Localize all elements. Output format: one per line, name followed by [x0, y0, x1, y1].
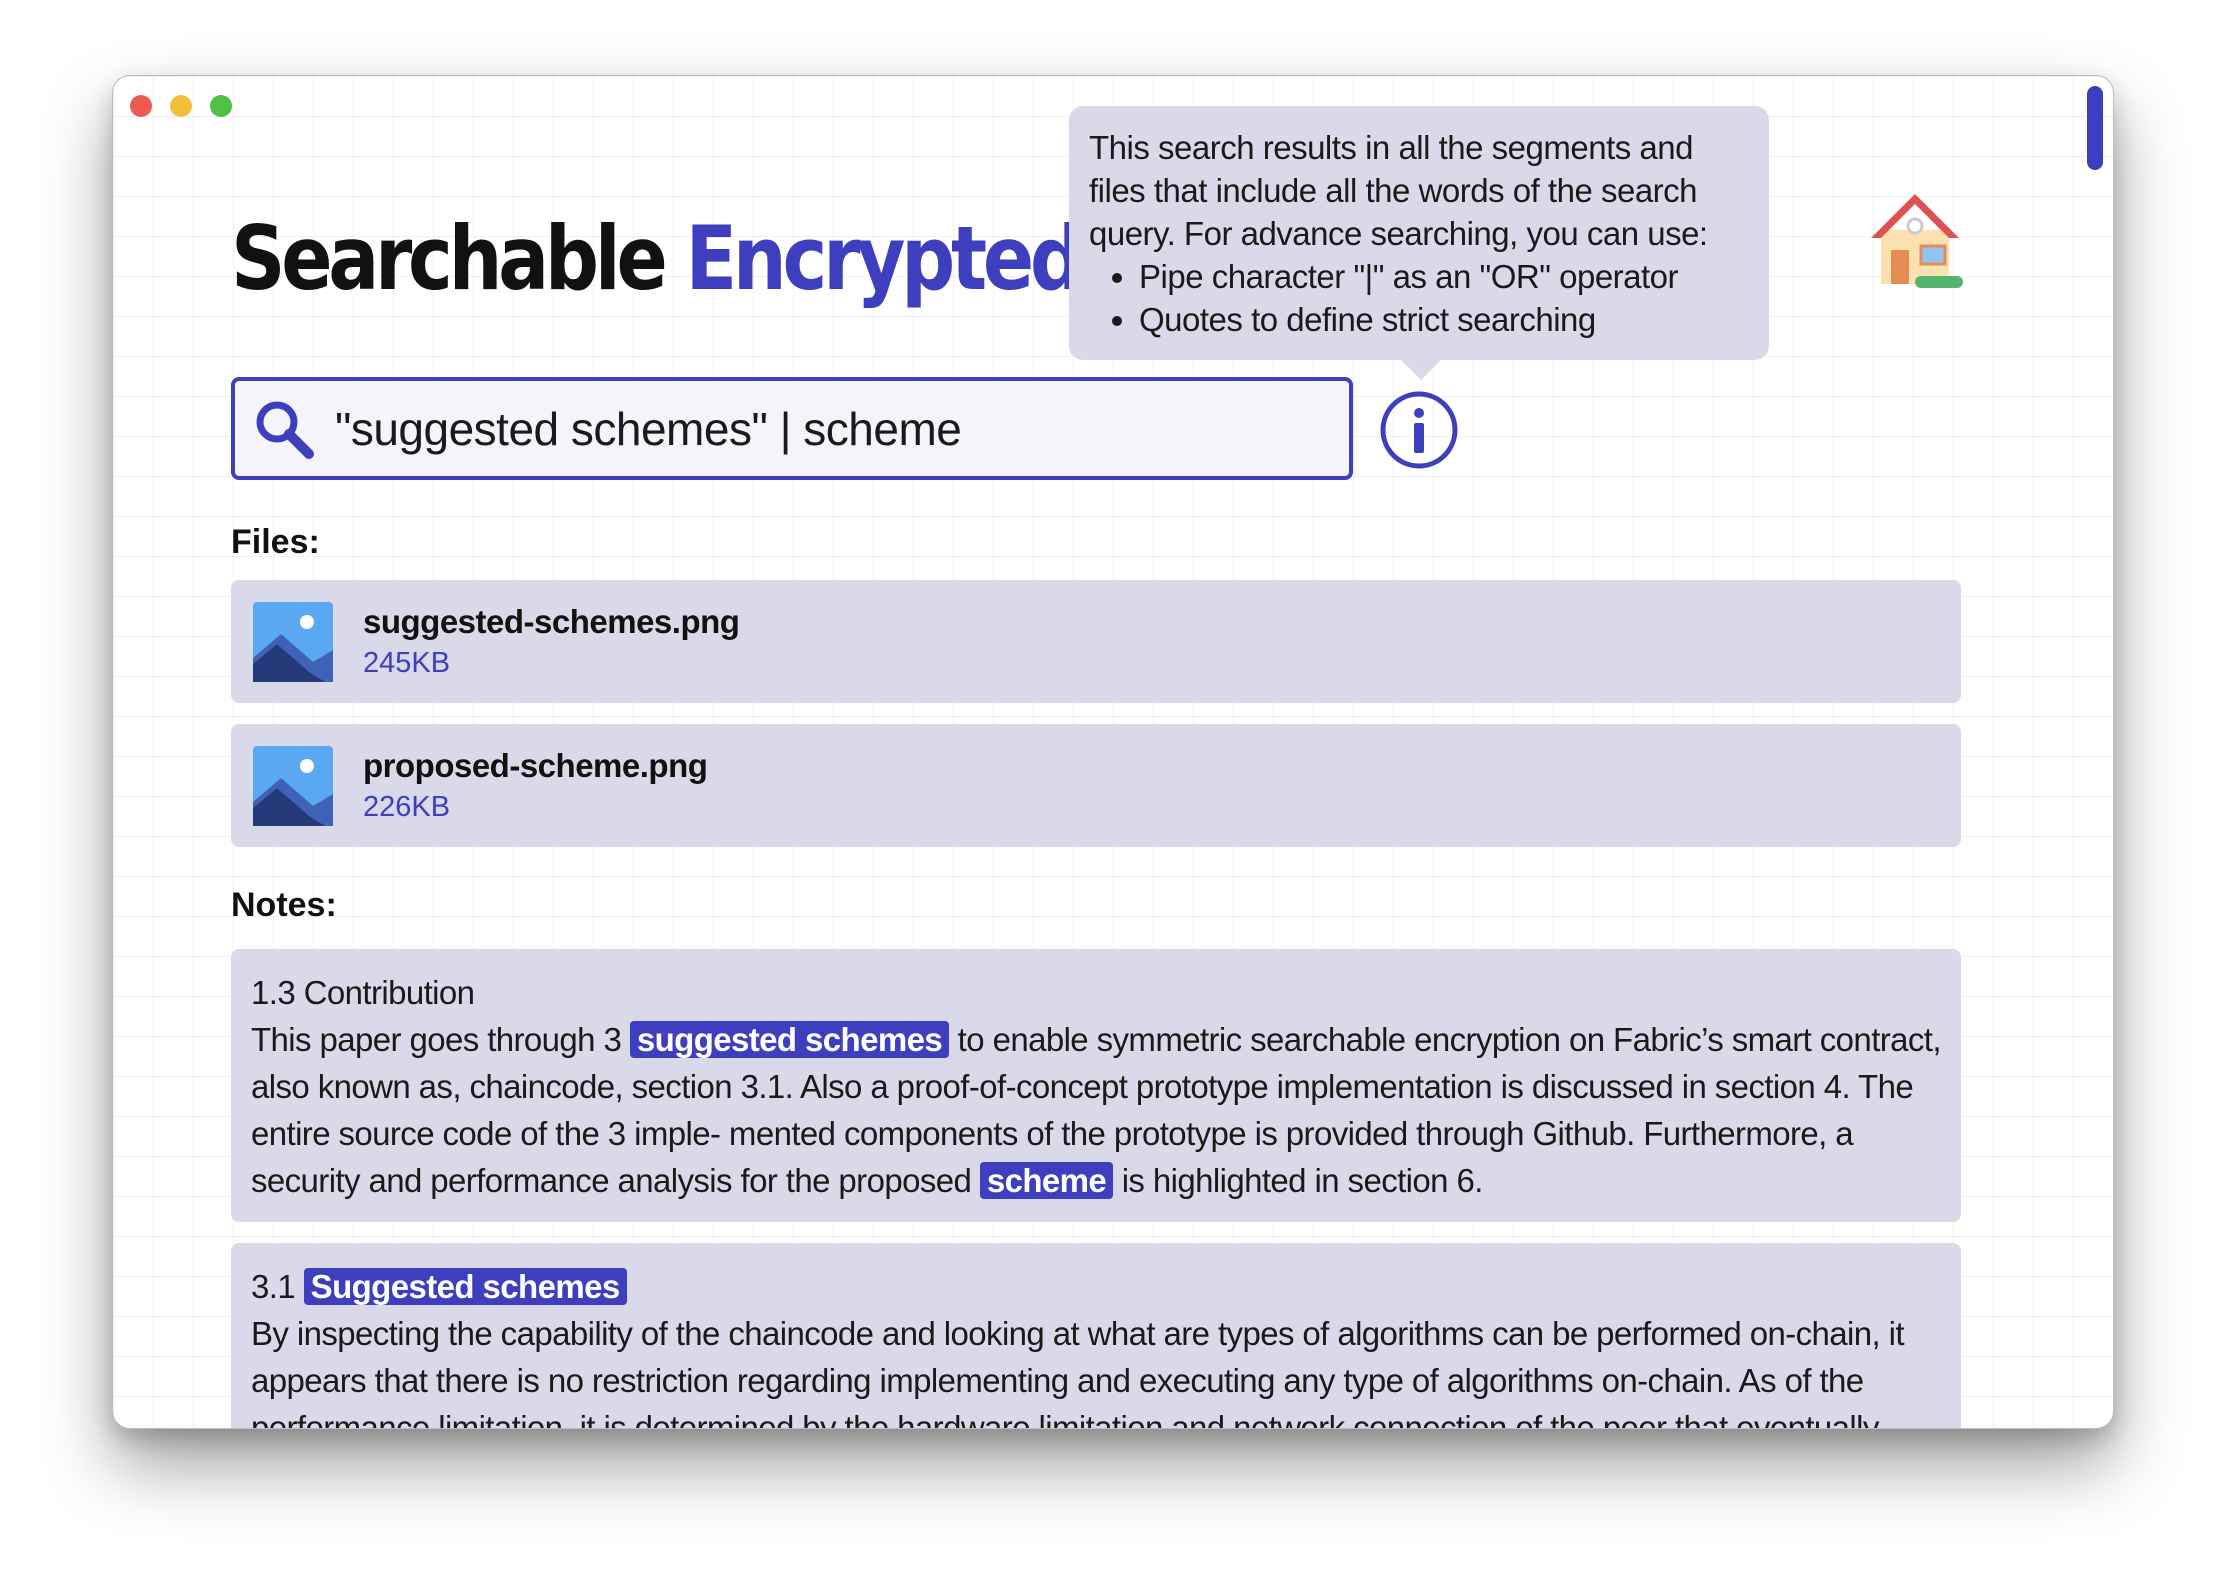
- file-size: 226KB: [363, 791, 451, 823]
- tooltip-bullet: Quotes to define strict searching: [1139, 298, 1749, 341]
- search-match-highlight: Suggested schemes: [303, 1268, 627, 1305]
- notes-section-label: Notes:: [231, 886, 337, 924]
- search-match-highlight: scheme: [979, 1162, 1114, 1199]
- file-name: proposed-scheme.png: [363, 747, 708, 784]
- file-details: proposed-scheme.png 226KB: [363, 747, 708, 824]
- file-size: 245KB: [363, 647, 451, 679]
- search-help-button[interactable]: [1379, 390, 1459, 470]
- home-button[interactable]: [1865, 188, 1965, 292]
- zoom-window-button[interactable]: [210, 95, 232, 117]
- note-body: By inspecting the capability of the chai…: [251, 1315, 1905, 1429]
- minimize-window-button[interactable]: [170, 95, 192, 117]
- note-text: This paper goes through 3: [251, 1021, 630, 1058]
- note-item[interactable]: 1.3 Contribution This paper goes through…: [231, 949, 1961, 1222]
- search-input[interactable]: [335, 401, 1315, 456]
- file-details: suggested-schemes.png 245KB: [363, 603, 740, 680]
- search-box[interactable]: [231, 377, 1353, 480]
- close-window-button[interactable]: [130, 95, 152, 117]
- title-main: Searchable: [231, 207, 668, 310]
- image-file-icon: [253, 745, 333, 826]
- info-icon: [1380, 391, 1458, 469]
- tooltip-bullet: Pipe character "|" as an "OR" operator: [1139, 255, 1749, 298]
- search-match-highlight: suggested schemes: [629, 1021, 950, 1058]
- title-accent: Encrypted: [685, 207, 1085, 310]
- note-text: is highlighted in section 6.: [1113, 1162, 1484, 1199]
- vertical-scrollbar[interactable]: [2087, 86, 2103, 170]
- magnifier-icon: [256, 401, 314, 459]
- house-icon: [1871, 194, 1963, 288]
- file-name: suggested-schemes.png: [363, 603, 740, 640]
- search-help-tooltip: This search results in all the segments …: [1069, 106, 1769, 380]
- tooltip-bullet-list: Pipe character "|" as an "OR" operator Q…: [1089, 255, 1749, 341]
- tooltip-intro: This search results in all the segments …: [1089, 129, 1708, 252]
- app-window: Searchable Encrypted This search results…: [112, 75, 2114, 1429]
- file-item[interactable]: suggested-schemes.png 245KB: [231, 580, 1961, 703]
- image-file-icon: [253, 601, 333, 682]
- note-body: This paper goes through 3 suggested sche…: [251, 1016, 1942, 1204]
- file-item[interactable]: proposed-scheme.png 226KB: [231, 724, 1961, 847]
- note-item[interactable]: 3.1 Suggested schemes By inspecting the …: [231, 1243, 1961, 1429]
- note-heading-prefix: 3.1: [251, 1268, 304, 1305]
- files-section-label: Files:: [231, 523, 320, 561]
- app-title: Searchable Encrypted: [231, 194, 1085, 324]
- note-heading: 1.3 Contribution: [251, 974, 475, 1011]
- note-heading: 3.1 Suggested schemes: [251, 1263, 1941, 1310]
